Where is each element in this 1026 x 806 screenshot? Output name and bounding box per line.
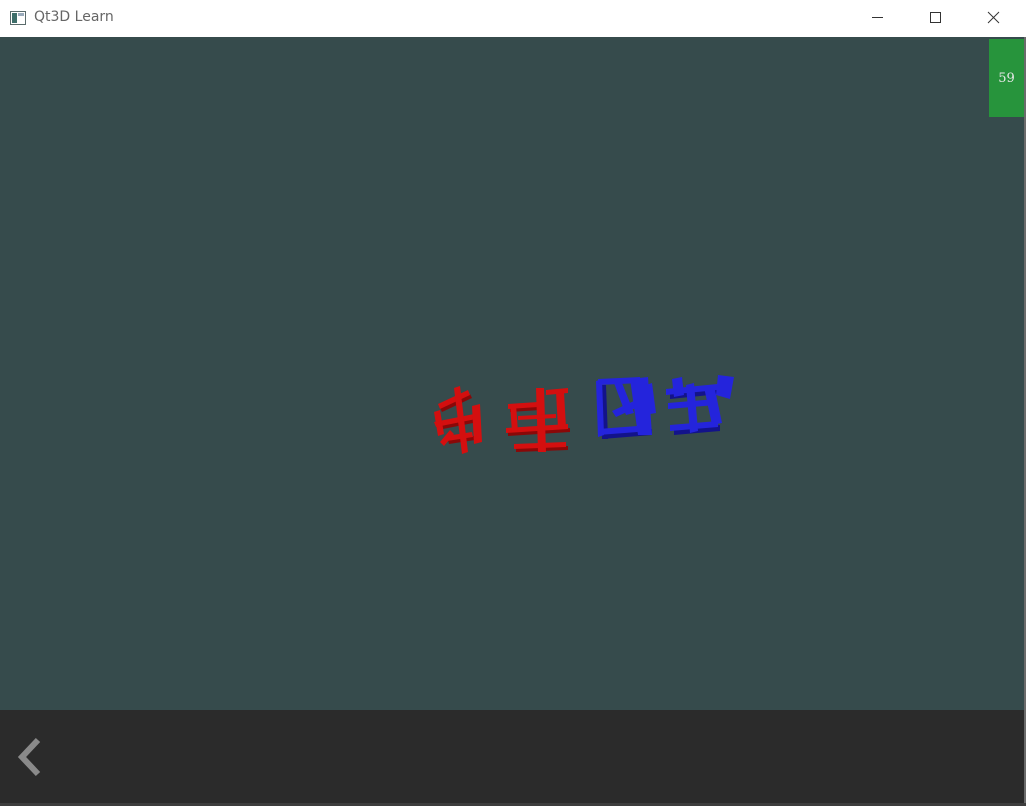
title-bar: Qt3D Learn xyxy=(0,0,1026,37)
app-window: Qt3D Learn 59 xyxy=(0,0,1026,806)
app-icon xyxy=(10,10,26,25)
close-button[interactable] xyxy=(964,0,1022,37)
red-3d-text xyxy=(434,386,570,454)
back-button[interactable] xyxy=(12,734,52,780)
window-title: Qt3D Learn xyxy=(34,9,114,25)
3d-viewport[interactable]: 59 xyxy=(0,37,1024,710)
close-icon xyxy=(987,11,1000,24)
minimize-button[interactable] xyxy=(848,0,906,37)
maximize-button[interactable] xyxy=(906,0,964,37)
bottom-toolbar xyxy=(0,710,1024,803)
chevron-left-icon xyxy=(17,737,41,777)
maximize-icon xyxy=(930,12,941,23)
blue-3d-text xyxy=(596,375,734,439)
fps-counter: 59 xyxy=(989,39,1024,117)
minimize-icon xyxy=(872,17,883,18)
